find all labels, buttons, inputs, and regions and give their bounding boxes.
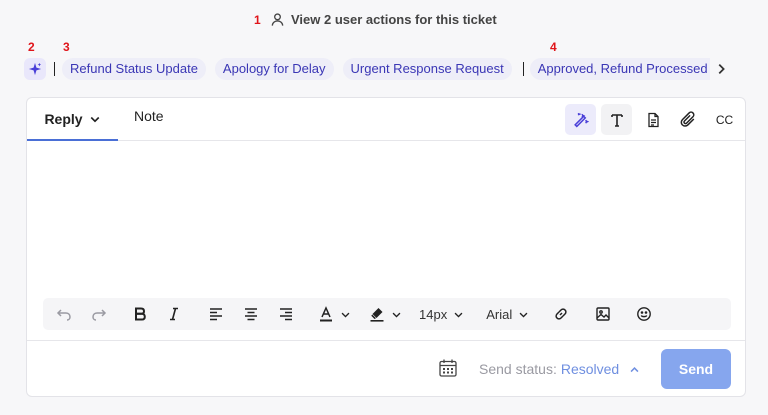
emoji-icon: [637, 307, 652, 321]
sparkle-icon: [28, 62, 42, 76]
redo-icon: [92, 309, 107, 321]
image-icon: [596, 307, 610, 321]
text-color-icon: [320, 306, 332, 322]
text-color-dropdown[interactable]: [318, 298, 351, 330]
font-size-dropdown[interactable]: 14px: [419, 298, 464, 330]
magic-pen-icon: [574, 112, 589, 128]
text-format-button[interactable]: [601, 104, 632, 135]
tab-note[interactable]: Note: [134, 94, 164, 137]
align-left-icon: [210, 308, 222, 321]
view-user-actions-link[interactable]: View 2 user actions for this ticket: [270, 12, 497, 27]
bold-icon: [135, 307, 146, 321]
view-user-actions-label: View 2 user actions for this ticket: [291, 12, 497, 27]
suggestion-chip[interactable]: Approved, Refund Processed: [529, 58, 710, 80]
send-status-label: Send status:: [479, 361, 557, 377]
font-family-value: Arial: [486, 306, 513, 322]
insert-image-button[interactable]: [594, 298, 612, 330]
ai-sparkle-button[interactable]: [24, 58, 46, 80]
attach-button[interactable]: [673, 104, 704, 135]
cc-button[interactable]: CC: [709, 104, 740, 135]
undo-button[interactable]: [55, 298, 73, 330]
ai-write-button[interactable]: [565, 104, 596, 135]
tab-reply[interactable]: Reply: [27, 98, 118, 141]
align-left-button[interactable]: [208, 298, 224, 330]
user-icon: [271, 13, 284, 26]
tab-reply-label: Reply: [44, 110, 83, 127]
link-icon: [555, 308, 567, 320]
formatting-toolbar: 14px Arial: [43, 298, 731, 330]
composer-panel: Reply Note CC 14px Arial Send status: Re…: [26, 97, 746, 397]
italic-button[interactable]: [166, 298, 182, 330]
send-status-dropdown[interactable]: Send status: Resolved: [479, 361, 640, 377]
divider: [54, 62, 55, 76]
suggestion-chip[interactable]: Urgent Response Request: [342, 58, 512, 80]
chevron-down-icon[interactable]: [89, 113, 101, 125]
composer-tools: CC: [560, 104, 745, 135]
bold-button[interactable]: [132, 298, 148, 330]
italic-icon: [170, 307, 178, 321]
composer-tabs: Reply Note CC: [27, 98, 745, 141]
divider: [27, 340, 745, 341]
send-status-value: Resolved: [560, 361, 620, 377]
align-right-icon: [280, 308, 292, 321]
suggestion-chip[interactable]: Apology for Delay: [214, 58, 334, 80]
highlighter-icon: [370, 308, 384, 322]
document-icon: [647, 112, 659, 127]
marker-3: 3: [63, 40, 70, 54]
chevron-down-icon: [341, 312, 350, 318]
redo-button[interactable]: [90, 298, 108, 330]
marker-1: 1: [254, 13, 261, 27]
font-family-dropdown[interactable]: Arial: [486, 298, 529, 330]
font-size-value: 14px: [419, 306, 448, 322]
tab-note-label: Note: [134, 107, 164, 124]
emoji-button[interactable]: [635, 298, 653, 330]
suggestion-row: Refund Status Update Apology for Delay U…: [24, 57, 750, 81]
suggestion-chip[interactable]: Refund Status Update: [62, 58, 206, 80]
chevron-down-icon: [392, 312, 401, 318]
template-button[interactable]: [637, 104, 668, 135]
marker-2: 2: [28, 40, 35, 54]
send-button[interactable]: Send: [661, 349, 731, 389]
calendar-icon[interactable]: [438, 358, 458, 378]
align-center-button[interactable]: [243, 298, 259, 330]
paperclip-icon: [680, 111, 695, 127]
undo-icon: [56, 309, 71, 321]
divider: [522, 62, 524, 76]
marker-4: 4: [550, 40, 557, 54]
chevron-right-icon[interactable]: [714, 62, 728, 76]
align-right-button[interactable]: [278, 298, 294, 330]
chevron-up-icon: [630, 366, 639, 372]
chevron-down-icon: [519, 312, 528, 318]
text-icon: [610, 113, 623, 127]
chevron-down-icon: [454, 312, 463, 318]
highlight-color-dropdown[interactable]: [369, 298, 402, 330]
align-center-icon: [245, 308, 257, 321]
link-button[interactable]: [552, 298, 570, 330]
